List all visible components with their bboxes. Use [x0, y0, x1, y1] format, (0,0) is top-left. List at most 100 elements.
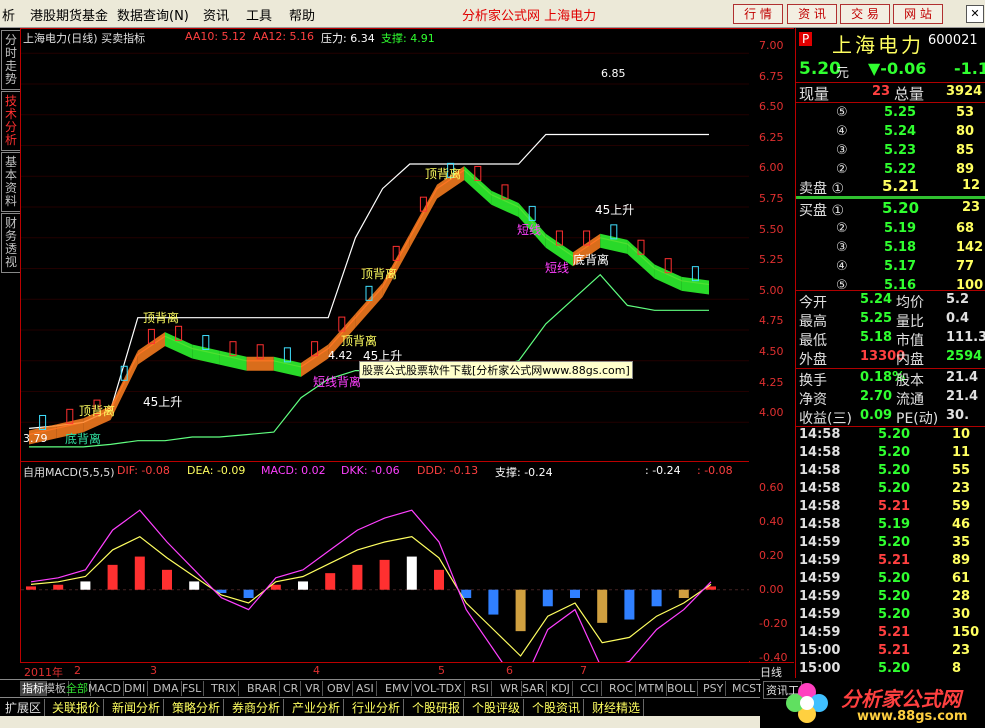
- trade-button[interactable]: 交 易: [840, 4, 890, 24]
- menu-item-help[interactable]: 帮助: [289, 5, 315, 24]
- trend-band: [464, 166, 492, 205]
- macd-label: MACD: 0.02: [261, 464, 326, 477]
- tab-basic[interactable]: 基本资料: [1, 152, 21, 212]
- macd-right-value-1: : -0.24: [645, 464, 681, 477]
- macd-bar: [243, 589, 254, 598]
- macd-bar: [107, 564, 118, 590]
- tab-finance[interactable]: 财务透视: [1, 213, 21, 273]
- stat-value: 2.70: [860, 389, 893, 404]
- indicator-tab[interactable]: PSY: [701, 681, 727, 696]
- aa10-label: AA10: 5.12: [185, 30, 247, 43]
- menu-item-news[interactable]: 资讯: [203, 5, 229, 24]
- indicator-tab[interactable]: WR: [498, 681, 522, 696]
- macd-bar: [26, 586, 36, 590]
- price-chart[interactable]: 上海电力(日线) 买卖指标 AA10: 5.12 AA12: 5.16 压力: …: [20, 28, 750, 462]
- price-axis: 7.00 6.75 6.50 6.25 6.00 5.75 5.50 5.25 5.00 4.75…: [749, 28, 794, 461]
- indicator-tab[interactable]: OBV: [325, 681, 354, 696]
- indicator-tab[interactable]: MTM: [636, 681, 667, 696]
- tick-volume: 23: [952, 643, 971, 658]
- indicator-tab[interactable]: CR: [281, 681, 302, 696]
- indicator-tab[interactable]: MACD: [86, 681, 124, 696]
- order-price: 5.24: [884, 124, 917, 139]
- close-icon[interactable]: ✕: [966, 5, 984, 23]
- indicator-tab[interactable]: VOL-TDX: [412, 681, 465, 696]
- dea-label: DEA: -0.09: [187, 464, 246, 477]
- order-level: ⑤: [836, 278, 848, 293]
- info-button[interactable]: 资 讯: [787, 4, 837, 24]
- indicator-tab[interactable]: TRIX: [209, 681, 240, 696]
- ddd-label: DDD: -0.13: [417, 464, 479, 477]
- macd-bar: [189, 581, 200, 590]
- stat-value: 5.25: [860, 311, 893, 326]
- indicator-tab[interactable]: SAR: [520, 681, 548, 696]
- bottom-tab[interactable]: 个股资讯: [529, 699, 585, 716]
- signal-top-div-4: 顶背离: [425, 167, 462, 181]
- period-label[interactable]: 日线: [760, 664, 782, 680]
- tick-volume: 23: [952, 481, 971, 496]
- ad-tooltip[interactable]: 股票公式股票软件下载[分析家公式网www.88gs.com]: [359, 361, 633, 379]
- indicator-tab[interactable]: RSI: [469, 681, 492, 696]
- macd-axis: 0.60 0.40 0.20 0.00 -0.20 -0.40: [749, 461, 794, 664]
- tick-time: 14:58: [799, 517, 841, 532]
- tick-time: 14:59: [799, 589, 841, 604]
- indicator-tab[interactable]: EMV: [383, 681, 412, 696]
- tab-technical[interactable]: 技术分析: [1, 91, 21, 151]
- menu-item-hk-futures[interactable]: 港股期货基金: [30, 5, 108, 24]
- bottom-tab[interactable]: 个股评级: [469, 699, 525, 716]
- tick-time: 15:00: [799, 661, 841, 676]
- bottom-tab[interactable]: 产业分析: [289, 699, 345, 716]
- price-tag: 4.42: [328, 349, 353, 362]
- indicator-tab[interactable]: DMI: [122, 681, 149, 696]
- menu-item-data-query[interactable]: 数据查询(N): [117, 5, 189, 24]
- indicator-tab[interactable]: VR: [303, 681, 324, 696]
- stat-label: 净资: [799, 392, 827, 408]
- bottom-tab[interactable]: 策略分析: [169, 699, 225, 716]
- stat-value: 5.2: [946, 292, 970, 307]
- indicator-tab[interactable]: FSL: [180, 681, 205, 696]
- macd-bar: [651, 589, 662, 607]
- bottom-tab[interactable]: 新闻分析: [109, 699, 165, 716]
- menu-item-tools[interactable]: 工具: [246, 5, 272, 24]
- bottom-tab[interactable]: 扩展区: [2, 699, 46, 716]
- tick-volume: 59: [952, 499, 971, 514]
- stat-value: 30.: [946, 408, 970, 423]
- signal-top-div-1: 顶背离: [143, 311, 180, 325]
- bottom-tab[interactable]: 财经精选: [589, 699, 645, 716]
- bottom-tab[interactable]: 个股研报: [409, 699, 465, 716]
- trend-band: [627, 239, 655, 279]
- macd-chart[interactable]: 自用MACD(5,5,5) DIF: -0.08 DEA: -0.09 MACD…: [20, 461, 750, 663]
- bottom-tab[interactable]: 券商分析: [229, 699, 285, 716]
- trend-band: [491, 190, 519, 218]
- bottom-tab[interactable]: 关联报价: [49, 699, 105, 716]
- date-label-may: 5: [438, 664, 445, 677]
- trend-band: [165, 332, 193, 359]
- tab-intraday[interactable]: 分时走势: [1, 30, 21, 90]
- indicator-tab[interactable]: BOLL: [665, 681, 699, 696]
- price-tick-label: 4.25: [759, 375, 784, 389]
- menu-item-analysis[interactable]: 析: [2, 5, 15, 24]
- macd-bar: [270, 584, 281, 590]
- macd-bar: [162, 569, 172, 590]
- indicator-tab[interactable]: KDJ: [549, 681, 573, 696]
- stat-value: 0.09: [860, 408, 893, 423]
- order-volume: 100: [956, 278, 984, 293]
- tick-volume: 11: [952, 445, 971, 460]
- order-volume: 142: [956, 240, 984, 255]
- indicator-tab[interactable]: ASI: [354, 681, 377, 696]
- macd-tick-label: 0.60: [759, 481, 784, 494]
- order-volume: 53: [956, 105, 975, 120]
- indicator-tab[interactable]: ROC: [607, 681, 636, 696]
- stat-label: 均价: [896, 295, 924, 311]
- bottom-tab[interactable]: 行业分析: [349, 699, 405, 716]
- macd-line: [30, 509, 712, 662]
- macd-bar: [624, 589, 635, 620]
- order-volume: 77: [956, 259, 975, 274]
- macd-bar: [570, 589, 580, 598]
- macd-bar: [488, 589, 499, 615]
- website-button[interactable]: 网 站: [893, 4, 943, 24]
- signal-up45-1: 45上升: [143, 395, 183, 409]
- indicator-tab[interactable]: DMA: [151, 681, 182, 696]
- indicator-tab[interactable]: BRAR: [245, 681, 280, 696]
- quotes-button[interactable]: 行 情: [733, 4, 783, 24]
- indicator-tab[interactable]: CCI: [578, 681, 602, 696]
